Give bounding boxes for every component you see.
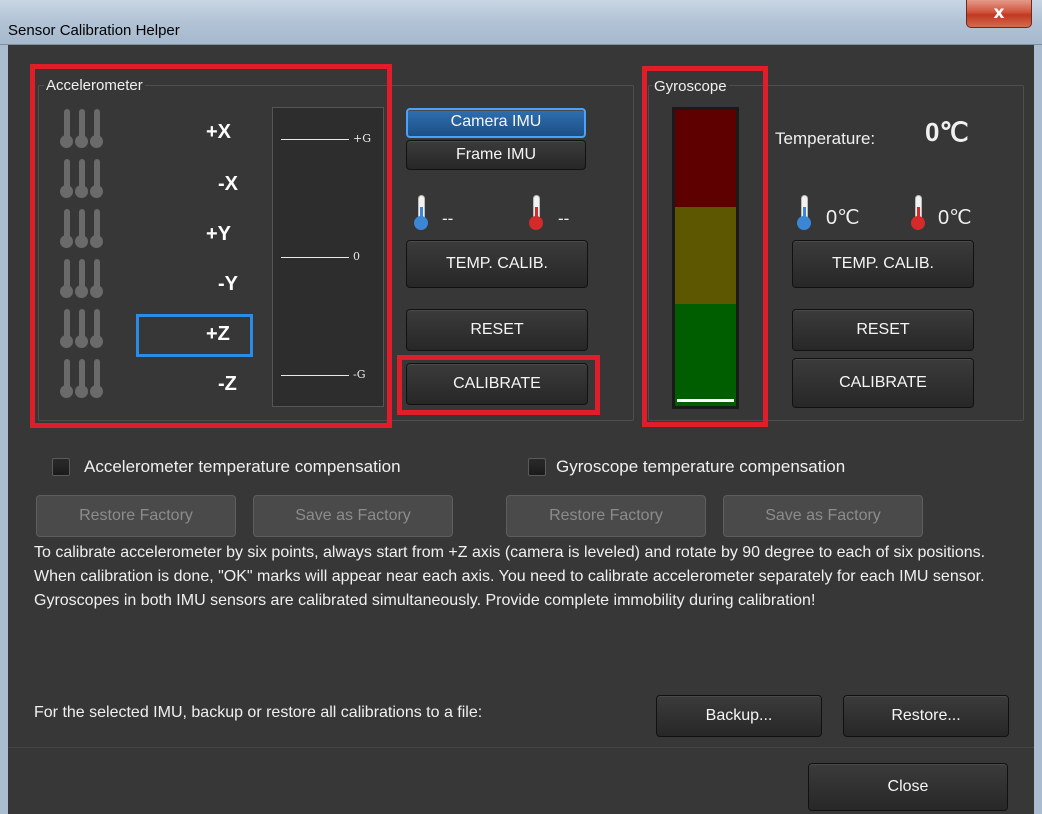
accel-reset-button[interactable]: RESET <box>406 309 588 351</box>
accel-save-factory-button[interactable]: Save as Factory <box>253 495 453 537</box>
accel-temp-compensation-label[interactable]: Accelerometer temperature compensation <box>84 457 401 477</box>
gyro-temp-calib-button[interactable]: TEMP. CALIB. <box>792 240 974 288</box>
gyro-restore-factory-button[interactable]: Restore Factory <box>506 495 706 537</box>
gyro-temp-compensation-label[interactable]: Gyroscope temperature compensation <box>556 457 845 477</box>
accel-temp-cold-value: -- <box>442 209 454 228</box>
accel-temp-hot-value: -- <box>558 209 570 228</box>
close-button[interactable]: Close <box>808 763 1008 811</box>
window-frame-left <box>0 45 8 814</box>
gyroscope-highlight <box>642 66 768 427</box>
instructions-gyroscope: Gyroscopes in both IMU sensors are calib… <box>34 592 816 609</box>
backup-label: For the selected IMU, backup or restore … <box>34 704 483 721</box>
temperature-label: Temperature: <box>775 129 876 148</box>
gyro-calibrate-button[interactable]: CALIBRATE <box>792 358 974 408</box>
title-bar: Sensor Calibration Helper x <box>0 0 1042 45</box>
accel-temp-calib-button[interactable]: TEMP. CALIB. <box>406 240 588 288</box>
calibrate-highlight <box>397 355 600 415</box>
accel-restore-factory-button[interactable]: Restore Factory <box>36 495 236 537</box>
gyro-save-factory-button[interactable]: Save as Factory <box>723 495 923 537</box>
gyro-thermometer-cold-icon <box>796 195 812 230</box>
temperature-value: 0℃ <box>925 117 969 147</box>
accel-temp-compensation-checkbox[interactable] <box>52 458 70 476</box>
dialog-client-area: Accelerometer +X -X +Y -Y +Z -Z +G 0 -G … <box>8 45 1034 814</box>
window-close-button[interactable]: x <box>966 0 1032 28</box>
window-title: Sensor Calibration Helper <box>8 22 180 39</box>
instructions-text: To calibrate accelerometer by six points… <box>34 541 1024 613</box>
gyro-temp-cold-value: 0℃ <box>826 207 860 229</box>
footer-divider <box>8 747 1034 748</box>
thermometer-cold-icon <box>413 195 429 230</box>
restore-button[interactable]: Restore... <box>843 695 1009 737</box>
gyro-thermometer-hot-icon <box>910 195 926 230</box>
frame-imu-button[interactable]: Frame IMU <box>406 140 586 170</box>
gyro-temp-compensation-checkbox[interactable] <box>528 458 546 476</box>
accelerometer-highlight <box>30 64 392 428</box>
instructions-accelerometer: To calibrate accelerometer by six points… <box>34 544 986 585</box>
gyro-temp-hot-value: 0℃ <box>938 207 972 229</box>
thermometer-hot-icon <box>528 195 544 230</box>
backup-button[interactable]: Backup... <box>656 695 822 737</box>
window-frame-right <box>1034 45 1042 814</box>
gyro-reset-button[interactable]: RESET <box>792 309 974 351</box>
camera-imu-button[interactable]: Camera IMU <box>406 108 586 138</box>
